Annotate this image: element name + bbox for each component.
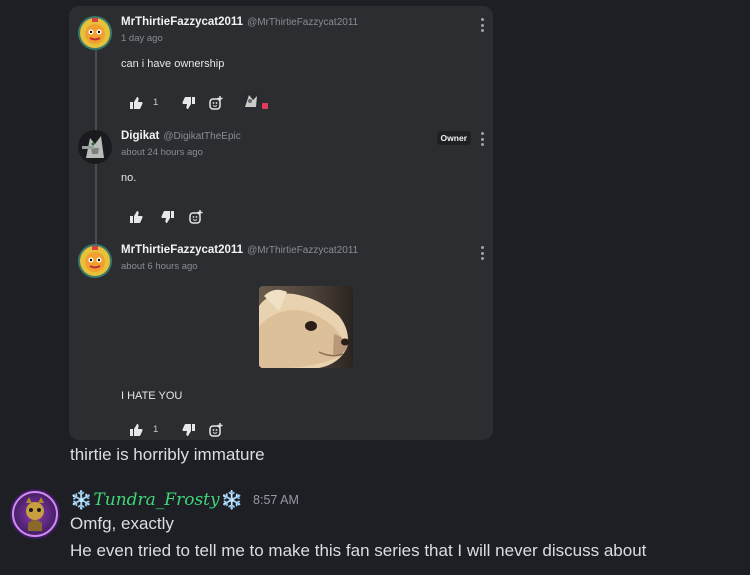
thumbs-up-icon[interactable]	[129, 96, 143, 110]
message-timestamp: 8:57 AM	[253, 493, 299, 507]
thumbs-down-icon[interactable]	[182, 423, 196, 437]
more-options-icon[interactable]	[480, 246, 484, 260]
avatar[interactable]	[78, 130, 112, 164]
sad-dog-image[interactable]	[259, 286, 353, 368]
comment-author[interactable]: MrThirtieFazzycat2011 @MrThirtieFazzycat2…	[121, 244, 358, 256]
author-handle: @MrThirtieFazzycat2011	[247, 17, 359, 28]
reply-icon[interactable]	[209, 96, 223, 110]
message-text: Omfg, exactly	[70, 514, 174, 533]
message-text: thirtie is horribly immature	[70, 445, 265, 464]
more-options-icon[interactable]	[480, 132, 484, 146]
youtube-comment-embed: MrThirtieFazzycat2011 @MrThirtieFazzycat2…	[69, 6, 493, 440]
like-count: 1	[153, 97, 159, 108]
creator-heart-avatar	[241, 91, 261, 111]
like-count: 1	[153, 424, 159, 435]
comment-time: 1 day ago	[121, 33, 163, 44]
reply-icon[interactable]	[189, 210, 203, 224]
thumbs-up-icon[interactable]	[129, 423, 143, 437]
thumbs-down-icon[interactable]	[161, 210, 175, 224]
reply-icon[interactable]	[209, 423, 223, 437]
comment-time: about 24 hours ago	[121, 147, 203, 158]
comment-time: about 6 hours ago	[121, 261, 198, 272]
comment-text: I HATE YOU	[121, 390, 183, 402]
comment-author[interactable]: Digikat @DigikatTheEpic	[121, 130, 241, 142]
author-name[interactable]: MrThirtieFazzycat2011	[121, 244, 243, 256]
author-name[interactable]: Digikat	[121, 130, 159, 142]
heart-badge	[262, 103, 268, 109]
more-options-icon[interactable]	[480, 18, 484, 32]
thumbs-up-icon[interactable]	[129, 210, 143, 224]
snowflake-icon: ❄️	[70, 490, 93, 510]
author-name[interactable]: MrThirtieFazzycat2011	[121, 16, 243, 28]
snowflake-icon: ❄️	[220, 490, 244, 510]
comment-text: no.	[121, 172, 137, 184]
owner-badge: Owner	[436, 131, 471, 145]
author-handle: @MrThirtieFazzycat2011	[247, 245, 359, 256]
username[interactable]: Tundra_Frosty	[93, 490, 219, 510]
avatar[interactable]	[78, 16, 112, 50]
message-author[interactable]: ❄️ Tundra_Frosty ❄️ 8:57 AM	[70, 488, 299, 512]
user-avatar[interactable]	[10, 489, 60, 539]
message-text: He even tried to tell me to make this fa…	[70, 541, 647, 560]
comment-text: can i have ownership	[121, 58, 225, 70]
thumbs-down-icon[interactable]	[182, 96, 196, 110]
comment-author[interactable]: MrThirtieFazzycat2011 @MrThirtieFazzycat2…	[121, 16, 358, 28]
avatar[interactable]	[78, 244, 112, 278]
author-handle: @DigikatTheEpic	[163, 131, 241, 142]
